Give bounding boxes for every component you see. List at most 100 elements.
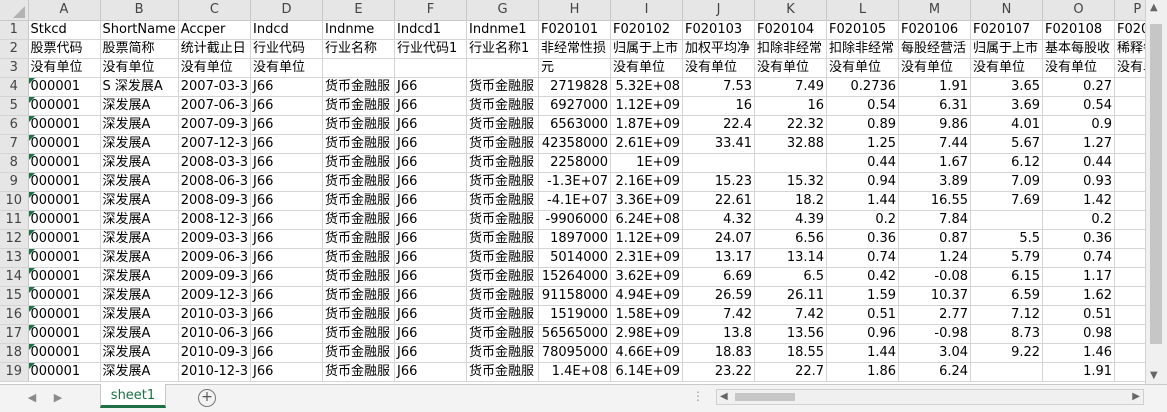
cell-c10[interactable]: 2008-09-3 (178, 191, 252, 211)
cell-h19[interactable]: 1.4E+08 (538, 362, 612, 382)
cell-g9[interactable]: 货币金融服 (466, 172, 540, 192)
cell-o7[interactable]: 1.27 (1042, 134, 1116, 154)
cell-c17[interactable]: 2010-06-3 (178, 324, 252, 344)
cell-c12[interactable]: 2009-03-3 (178, 229, 252, 249)
cell-a13[interactable]: 000001 (28, 248, 101, 268)
cell-l3[interactable]: 没有单位 (826, 58, 900, 78)
cell-m10[interactable]: 16.55 (898, 191, 972, 211)
cell-j11[interactable]: 4.32 (682, 210, 756, 230)
cell-g6[interactable]: 货币金融服 (466, 115, 540, 135)
cell-k17[interactable]: 13.56 (754, 324, 828, 344)
cell-k15[interactable]: 26.11 (754, 286, 828, 306)
tab-separator-icon[interactable]: ⋮ (692, 389, 704, 403)
cell-j17[interactable]: 13.8 (682, 324, 756, 344)
cell-b13[interactable]: 深发展A (100, 248, 179, 268)
cell-i14[interactable]: 3.62E+09 (610, 267, 684, 287)
cell-l8[interactable]: 0.44 (826, 153, 900, 173)
cell-k1[interactable]: F020104 (754, 20, 828, 40)
row-header[interactable]: 5 (0, 96, 29, 116)
cell-g19[interactable]: 货币金融服 (466, 362, 540, 382)
column-header-g[interactable]: G (466, 0, 540, 21)
column-header-e[interactable]: E (322, 0, 396, 21)
cell-i7[interactable]: 2.61E+09 (610, 134, 684, 154)
cell-l19[interactable]: 1.86 (826, 362, 900, 382)
cell-d18[interactable]: J66 (250, 343, 324, 363)
cell-d10[interactable]: J66 (250, 191, 324, 211)
cell-n12[interactable]: 5.5 (970, 229, 1044, 249)
cell-n16[interactable]: 7.12 (970, 305, 1044, 325)
cell-b9[interactable]: 深发展A (100, 172, 179, 192)
row-header[interactable]: 1 (0, 20, 29, 40)
cell-i16[interactable]: 1.58E+09 (610, 305, 684, 325)
cell-e1[interactable]: Indnme (322, 20, 396, 40)
cell-a3[interactable]: 没有单位 (28, 58, 101, 78)
cell-m9[interactable]: 3.89 (898, 172, 972, 192)
column-header-m[interactable]: M (898, 0, 972, 21)
row-header[interactable]: 17 (0, 324, 29, 344)
cell-e4[interactable]: 货币金融服 (322, 77, 396, 97)
cell-n15[interactable]: 6.59 (970, 286, 1044, 306)
cell-b1[interactable]: ShortName (100, 20, 179, 40)
cell-m3[interactable]: 没有单位 (898, 58, 972, 78)
cell-k7[interactable]: 32.88 (754, 134, 828, 154)
cell-o13[interactable]: 0.74 (1042, 248, 1116, 268)
cell-m18[interactable]: 3.04 (898, 343, 972, 363)
cell-j1[interactable]: F020103 (682, 20, 756, 40)
cell-n7[interactable]: 5.67 (970, 134, 1044, 154)
cell-c11[interactable]: 2008-12-3 (178, 210, 252, 230)
cell-g8[interactable]: 货币金融服 (466, 153, 540, 173)
cell-j15[interactable]: 26.59 (682, 286, 756, 306)
cell-f19[interactable]: J66 (394, 362, 468, 382)
cell-h13[interactable]: 5014000 (538, 248, 612, 268)
cell-j7[interactable]: 33.41 (682, 134, 756, 154)
cell-a9[interactable]: 000001 (28, 172, 101, 192)
cell-b18[interactable]: 深发展A (100, 343, 179, 363)
cell-m7[interactable]: 7.44 (898, 134, 972, 154)
cell-g7[interactable]: 货币金融服 (466, 134, 540, 154)
cell-a14[interactable]: 000001 (28, 267, 101, 287)
cell-g17[interactable]: 货币金融服 (466, 324, 540, 344)
cell-i6[interactable]: 1.87E+09 (610, 115, 684, 135)
cell-c19[interactable]: 2010-12-3 (178, 362, 252, 382)
cell-h12[interactable]: 1897000 (538, 229, 612, 249)
cell-f5[interactable]: J66 (394, 96, 468, 116)
cell-j12[interactable]: 24.07 (682, 229, 756, 249)
cell-c14[interactable]: 2009-09-3 (178, 267, 252, 287)
cell-e7[interactable]: 货币金融服 (322, 134, 396, 154)
cell-e14[interactable]: 货币金融服 (322, 267, 396, 287)
cell-b16[interactable]: 深发展A (100, 305, 179, 325)
cell-d19[interactable]: J66 (250, 362, 324, 382)
cell-a15[interactable]: 000001 (28, 286, 101, 306)
cell-j16[interactable]: 7.42 (682, 305, 756, 325)
row-header[interactable]: 4 (0, 77, 29, 97)
cell-g12[interactable]: 货币金融服 (466, 229, 540, 249)
cell-j14[interactable]: 6.69 (682, 267, 756, 287)
cell-d16[interactable]: J66 (250, 305, 324, 325)
cell-o6[interactable]: 0.9 (1042, 115, 1116, 135)
cell-j18[interactable]: 18.83 (682, 343, 756, 363)
cell-k6[interactable]: 22.32 (754, 115, 828, 135)
cell-o2[interactable]: 基本每股收 (1042, 39, 1116, 59)
vertical-scroll-thumb[interactable] (1150, 24, 1162, 344)
cell-f8[interactable]: J66 (394, 153, 468, 173)
cell-m16[interactable]: 2.77 (898, 305, 972, 325)
cell-a4[interactable]: 000001 (28, 77, 101, 97)
cell-g5[interactable]: 货币金融服 (466, 96, 540, 116)
row-header[interactable]: 9 (0, 172, 29, 192)
cell-b14[interactable]: 深发展A (100, 267, 179, 287)
cell-m19[interactable]: 6.24 (898, 362, 972, 382)
cell-l12[interactable]: 0.36 (826, 229, 900, 249)
scroll-down-icon[interactable]: ▼ (1150, 370, 1158, 382)
cell-f3[interactable] (394, 58, 468, 78)
cell-n2[interactable]: 归属于上市 (970, 39, 1044, 59)
cell-n9[interactable]: 7.09 (970, 172, 1044, 192)
cell-i5[interactable]: 1.12E+09 (610, 96, 684, 116)
cell-n11[interactable] (970, 210, 1044, 230)
cell-l14[interactable]: 0.42 (826, 267, 900, 287)
cell-l7[interactable]: 1.25 (826, 134, 900, 154)
cell-m14[interactable]: -0.08 (898, 267, 972, 287)
cell-d6[interactable]: J66 (250, 115, 324, 135)
cell-c9[interactable]: 2008-06-3 (178, 172, 252, 192)
cell-o3[interactable]: 没有单位 (1042, 58, 1116, 78)
column-header-a[interactable]: A (28, 0, 101, 21)
